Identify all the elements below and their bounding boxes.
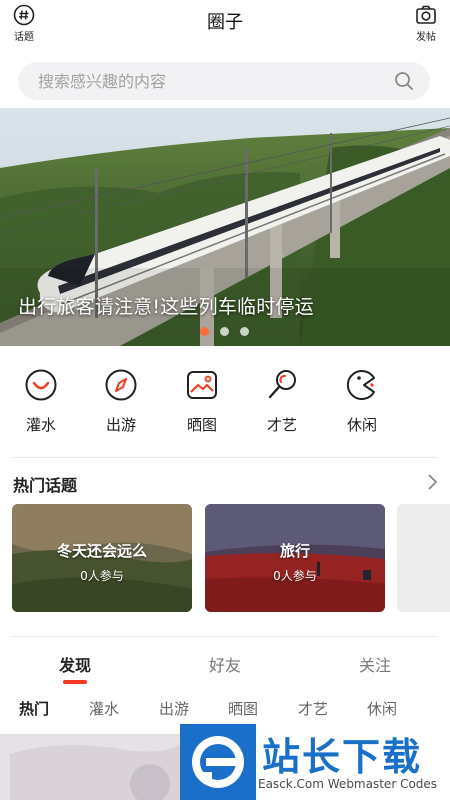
topic-card-partial[interactable] bbox=[397, 504, 450, 612]
hot-topics-title: 热门话题 bbox=[13, 476, 78, 495]
section-divider bbox=[12, 636, 438, 637]
category-label: 晒图 bbox=[186, 416, 217, 434]
category-caiyi[interactable]: 才艺 bbox=[252, 368, 312, 435]
category-guanshui[interactable]: 灌水 bbox=[11, 368, 71, 435]
image-icon bbox=[187, 371, 217, 399]
topic-count: 0人参与 bbox=[80, 569, 124, 583]
banner-carousel[interactable]: 出行旅客请注意!这些列车临时停运 bbox=[0, 108, 450, 346]
page-title: 圈子 bbox=[207, 12, 243, 33]
subtab-hot[interactable]: 热门 bbox=[19, 698, 49, 719]
subtab-xiuxian[interactable]: 休闲 bbox=[367, 698, 397, 719]
carousel-dot-active[interactable] bbox=[200, 327, 209, 336]
subtab-caiyi[interactable]: 才艺 bbox=[298, 698, 328, 719]
topic-name: 冬天还会远么 bbox=[56, 542, 147, 560]
carousel-indicator bbox=[200, 327, 249, 336]
search-bar[interactable] bbox=[18, 62, 430, 100]
smile-icon bbox=[25, 369, 57, 401]
search-icon[interactable] bbox=[394, 71, 414, 91]
tab-discover[interactable]: 发现 bbox=[35, 652, 115, 676]
subtab-guanshui[interactable]: 灌水 bbox=[89, 698, 119, 719]
carousel-dot[interactable] bbox=[220, 327, 229, 336]
category-label: 休闲 bbox=[346, 416, 377, 434]
section-divider bbox=[12, 457, 438, 458]
category-grid: 灌水 出游 晒图 才艺 休闲 bbox=[0, 368, 450, 440]
subtab-chuyou[interactable]: 出游 bbox=[159, 698, 189, 719]
topic-count: 0人参与 bbox=[273, 569, 317, 583]
search-input[interactable] bbox=[38, 62, 378, 100]
watermark-title: 站长下载 bbox=[262, 735, 423, 779]
watermark-subtitle: Easck.Com Webmaster Codes bbox=[258, 777, 438, 791]
sub-category-tabs: 热门 灌水 出游 晒图 才艺 休闲 bbox=[0, 698, 450, 722]
tab-friends[interactable]: 好友 bbox=[185, 652, 265, 676]
topic-name: 旅行 bbox=[279, 542, 310, 560]
tab-following[interactable]: 关注 bbox=[335, 652, 415, 676]
carousel-dot[interactable] bbox=[240, 327, 249, 336]
category-label: 出游 bbox=[105, 416, 136, 434]
subtab-shaitu[interactable]: 晒图 bbox=[228, 698, 258, 719]
compass-icon bbox=[105, 369, 137, 401]
post-button[interactable]: 发帖 bbox=[406, 4, 446, 43]
category-shaitu[interactable]: 晒图 bbox=[172, 368, 232, 435]
category-xiuxian[interactable]: 休闲 bbox=[332, 368, 392, 435]
watermark-logo bbox=[180, 724, 256, 800]
topic-card[interactable]: 冬天还会远么 0人参与 bbox=[12, 504, 192, 612]
top-bar: 话题 圈子 发帖 bbox=[0, 0, 450, 56]
post-label: 发帖 bbox=[416, 32, 436, 43]
camera-icon bbox=[416, 5, 436, 24]
category-chuyou[interactable]: 出游 bbox=[91, 368, 151, 435]
category-label: 才艺 bbox=[266, 416, 297, 434]
microphone-icon bbox=[268, 370, 296, 399]
tab-indicator bbox=[63, 680, 87, 684]
topic-card[interactable]: 旅行 0人参与 bbox=[205, 504, 385, 612]
chevron-right-icon[interactable] bbox=[426, 472, 440, 492]
watermark: 站长下载 Easck.Com Webmaster Codes bbox=[180, 724, 450, 800]
pacman-icon bbox=[346, 370, 375, 400]
category-label: 灌水 bbox=[25, 416, 56, 434]
banner-caption[interactable]: 出行旅客请注意!这些列车临时停运 bbox=[18, 292, 314, 319]
